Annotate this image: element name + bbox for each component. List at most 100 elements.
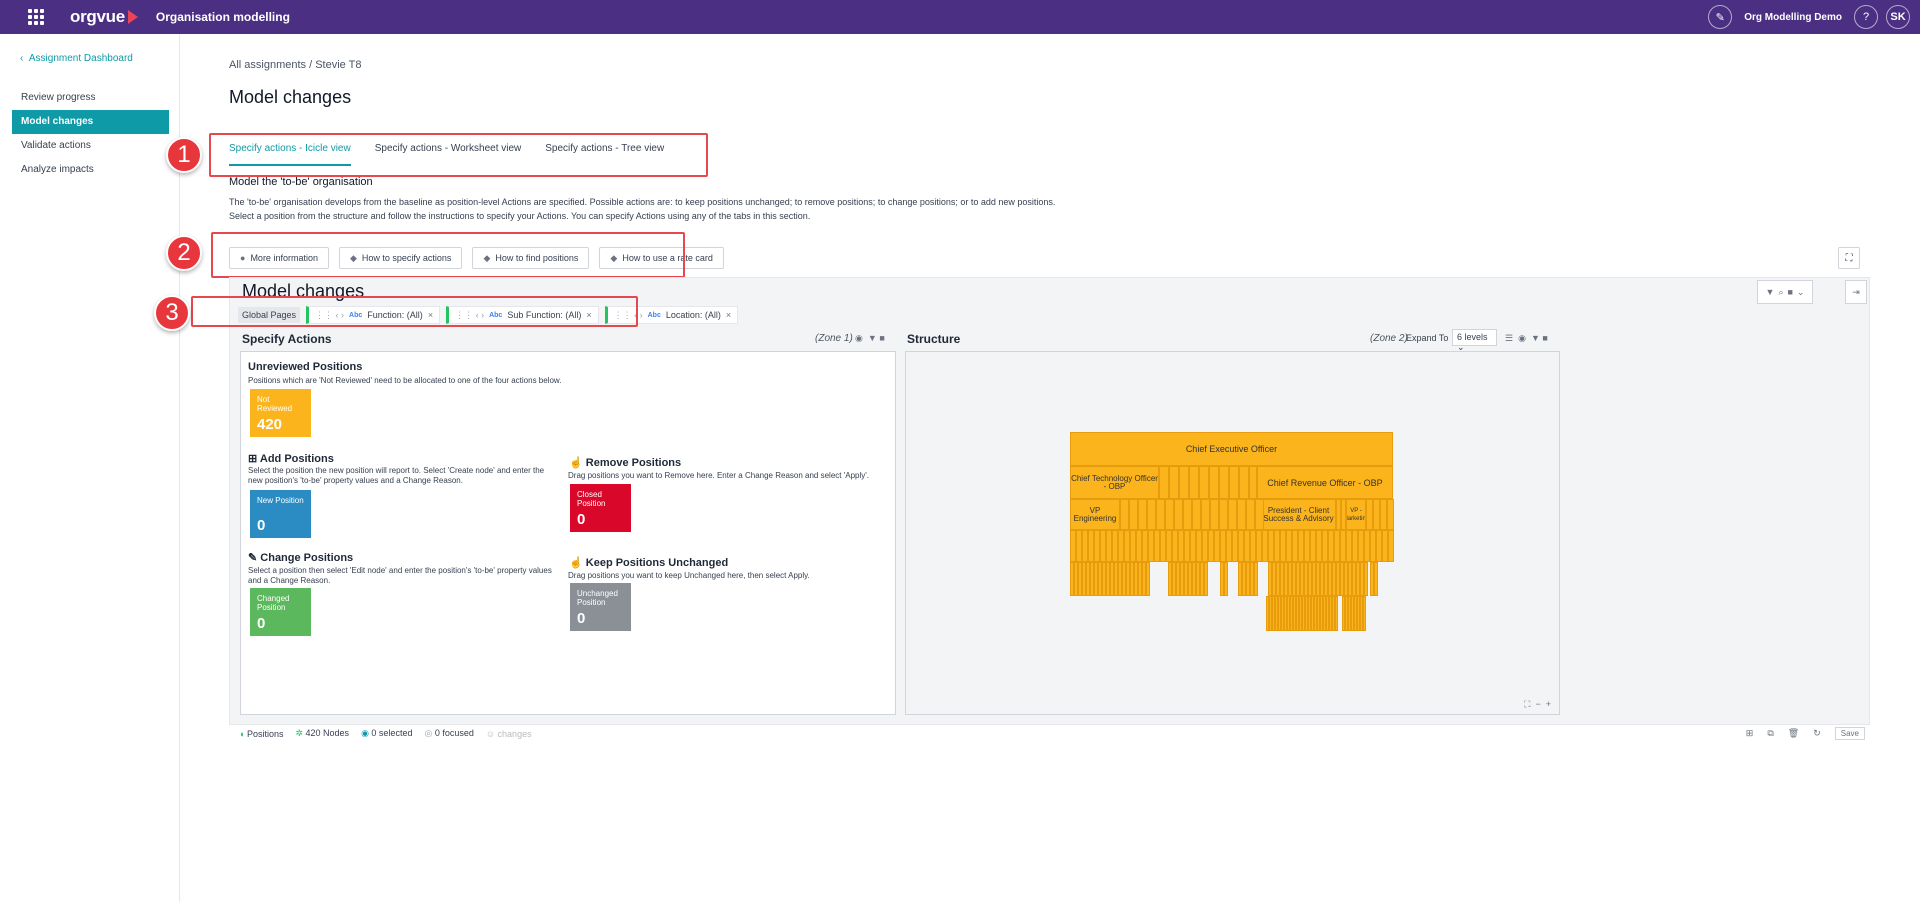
icicle-cell[interactable] xyxy=(1219,466,1229,499)
icicle-cell[interactable] xyxy=(1387,499,1394,530)
save-button[interactable]: Save xyxy=(1834,727,1865,740)
sidebar-item-validate-actions[interactable]: Validate actions xyxy=(12,134,169,158)
node-president[interactable]: President - Client Success & Advisory xyxy=(1261,499,1336,530)
chevron-down-icon[interactable]: ⌄ xyxy=(1797,287,1805,298)
node-cto[interactable]: Chief Technology Officer - OBP xyxy=(1070,466,1159,499)
icicle-cell[interactable] xyxy=(1249,466,1257,499)
user-avatar[interactable]: SK xyxy=(1886,5,1910,29)
icicle-cell[interactable] xyxy=(1335,596,1338,631)
node-vp-engineering[interactable]: VP Engineering xyxy=(1070,499,1120,530)
icicle-cell[interactable] xyxy=(1229,466,1239,499)
structure-zone: Chief Executive Officer Chief Technology… xyxy=(905,351,1560,715)
panel-export-icon[interactable]: ⇥ xyxy=(1845,280,1867,304)
zoom-out-icon[interactable]: − xyxy=(1535,699,1540,709)
zoom-in-icon[interactable]: + xyxy=(1546,699,1551,709)
close-icon[interactable]: × xyxy=(726,310,731,320)
fullscreen-icon[interactable]: ⛶ xyxy=(1838,247,1860,269)
globe-icon[interactable]: ◉ xyxy=(855,333,863,343)
unchanged-position-card[interactable]: Unchanged Position 0 xyxy=(570,583,631,631)
icicle-cell[interactable] xyxy=(1192,499,1201,530)
icicle-cell[interactable] xyxy=(1388,530,1394,562)
closed-position-card[interactable]: Closed Position 0 xyxy=(570,484,631,532)
icicle-cell[interactable] xyxy=(1169,466,1179,499)
icicle-cell[interactable] xyxy=(1183,499,1192,530)
zone2-tools[interactable]: ☰ ◉ ▼ ■ xyxy=(1505,333,1548,344)
icicle-cell[interactable] xyxy=(1147,499,1156,530)
back-to-dashboard-link[interactable]: ‹ Assignment Dashboard xyxy=(20,53,133,64)
app-launcher-icon[interactable] xyxy=(28,9,44,25)
node-vp-marketing[interactable]: VP - Marketing xyxy=(1346,499,1366,530)
panel-toolbar[interactable]: ▼ ⌕ ■ ⌄ xyxy=(1757,280,1813,304)
bookmark-icon[interactable]: ■ xyxy=(1787,287,1792,297)
list-icon[interactable]: ☰ xyxy=(1505,333,1513,343)
selected-count[interactable]: ◉ 0 selected xyxy=(361,728,412,739)
icicle-cell[interactable] xyxy=(1366,499,1373,530)
refresh-icon[interactable]: ↻ xyxy=(1813,728,1821,739)
icicle-cell[interactable] xyxy=(1246,499,1255,530)
changed-position-card[interactable]: Changed Position 0 xyxy=(250,588,311,636)
icicle-cell[interactable] xyxy=(1364,562,1368,596)
org-name[interactable]: Org Modelling Demo xyxy=(1744,12,1842,23)
tools-icon[interactable]: ✎ xyxy=(1708,5,1733,29)
node-ceo[interactable]: Chief Executive Officer xyxy=(1070,432,1393,466)
icicle-cell[interactable] xyxy=(1159,466,1169,499)
unreviewed-title: Unreviewed Positions xyxy=(248,361,363,373)
unreviewed-desc: Positions which are 'Not Reviewed' need … xyxy=(248,376,562,385)
icicle-cell[interactable] xyxy=(1239,466,1249,499)
breadcrumb[interactable]: All assignments / Stevie T8 xyxy=(229,59,361,71)
positions-status[interactable]: ◖ Positions xyxy=(239,729,283,739)
icicle-cell[interactable] xyxy=(1374,562,1378,596)
hand-pointer-icon: ☝ xyxy=(569,557,586,569)
icicle-cell[interactable] xyxy=(1174,499,1183,530)
icicle-cell[interactable] xyxy=(1363,596,1366,631)
icicle-cell[interactable] xyxy=(1165,499,1174,530)
search-icon[interactable]: ⌕ xyxy=(1778,287,1783,298)
fit-screen-icon[interactable]: ⛶ xyxy=(1524,699,1530,709)
icicle-cell[interactable] xyxy=(1129,499,1138,530)
icicle-cell[interactable] xyxy=(1224,562,1228,596)
keep-positions-title: ☝ Keep Positions Unchanged xyxy=(569,557,729,569)
sidebar-item-analyze-impacts[interactable]: Analyze impacts xyxy=(12,158,169,182)
orgvue-logo[interactable]: orgvue xyxy=(70,7,138,27)
zone1-tools[interactable]: ◉ ▼ ■ xyxy=(855,333,885,344)
icicle-cell[interactable] xyxy=(1156,499,1165,530)
add-row-icon[interactable]: ⊞ xyxy=(1746,728,1754,739)
copy-icon[interactable]: ⧉ xyxy=(1767,728,1773,739)
focused-count[interactable]: ◎ 0 focused xyxy=(424,728,473,739)
not-reviewed-card[interactable]: Not Reviewed 420 xyxy=(250,389,311,437)
help-icon[interactable]: ? xyxy=(1854,5,1878,29)
icicle-cell[interactable] xyxy=(1373,499,1380,530)
filter-icon[interactable]: ▼ xyxy=(868,333,877,343)
hand-pointer-icon: ☝ xyxy=(569,457,586,469)
filter-icon[interactable]: ▼ xyxy=(1531,333,1540,343)
zoom-controls[interactable]: ⛶ − + xyxy=(1524,699,1551,710)
globe-icon[interactable]: ◉ xyxy=(1518,333,1526,343)
icicle-cell[interactable] xyxy=(1255,499,1264,530)
bookmark-icon[interactable]: ■ xyxy=(879,333,884,343)
icicle-cell[interactable] xyxy=(1209,466,1219,499)
sidebar-item-review-progress[interactable]: Review progress xyxy=(12,86,169,110)
icicle-cell[interactable] xyxy=(1254,562,1258,596)
icicle-cell[interactable] xyxy=(1380,499,1387,530)
icicle-cell[interactable] xyxy=(1138,499,1147,530)
icicle-cell[interactable] xyxy=(1120,499,1129,530)
icicle-chart[interactable]: Chief Executive Officer Chief Technology… xyxy=(1070,432,1394,634)
icicle-cell[interactable] xyxy=(1201,499,1210,530)
icicle-cell[interactable] xyxy=(1189,466,1199,499)
icicle-cell[interactable] xyxy=(1228,499,1237,530)
icicle-cell[interactable] xyxy=(1179,466,1189,499)
sidebar-item-model-changes[interactable]: Model changes xyxy=(12,110,169,134)
new-position-card[interactable]: New Position 0 xyxy=(250,490,311,538)
bookmark-icon[interactable]: ■ xyxy=(1542,333,1547,343)
icicle-cell[interactable] xyxy=(1146,562,1150,596)
delete-icon[interactable]: 🗑 xyxy=(1788,728,1799,739)
icicle-cell[interactable] xyxy=(1237,499,1246,530)
icicle-cell[interactable] xyxy=(1341,499,1346,530)
node-cro[interactable]: Chief Revenue Officer - OBP xyxy=(1257,466,1393,499)
icicle-cell[interactable] xyxy=(1199,466,1209,499)
filter-icon[interactable]: ▼ xyxy=(1766,287,1775,297)
icicle-cell[interactable] xyxy=(1204,562,1208,596)
expand-levels-select[interactable]: 6 levels ⌄ xyxy=(1452,329,1497,352)
icicle-cell[interactable] xyxy=(1210,499,1219,530)
icicle-cell[interactable] xyxy=(1219,499,1228,530)
